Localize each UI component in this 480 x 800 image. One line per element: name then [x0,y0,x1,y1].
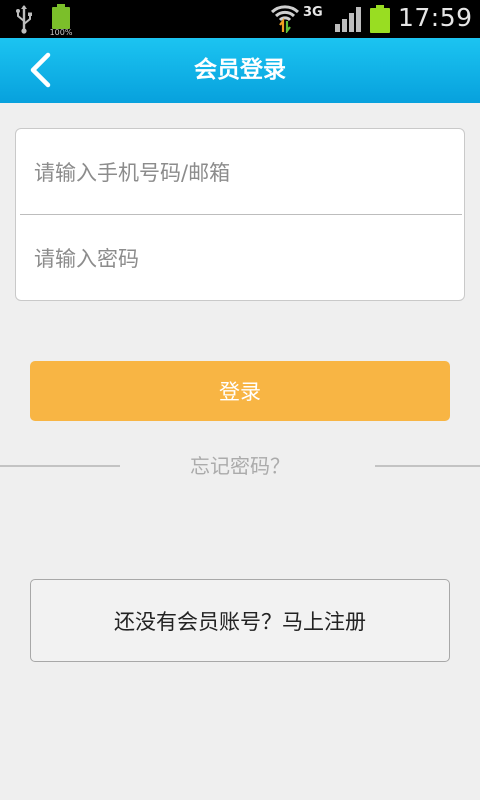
wifi-icon [270,5,300,33]
signal-strength-icon [335,7,361,32]
register-button[interactable]: 还没有会员账号？马上注册 [30,579,450,662]
battery-charging-icon: 100% [48,3,74,37]
back-button[interactable] [18,48,62,92]
account-input[interactable]: 请输入手机号码/邮箱 [16,129,464,214]
battery-percent-label: 100% [49,28,73,37]
divider-line-left [0,465,120,467]
status-time: 17:59 [398,3,473,32]
page-title: 会员登录 [194,57,286,83]
forgot-password-link[interactable]: 忘记密码？ [130,450,350,482]
chevron-left-icon [30,52,51,88]
password-input[interactable]: 请输入密码 [16,215,464,300]
login-button[interactable]: 登录 [30,361,450,421]
title-bar: 会员登录 [0,38,480,103]
usb-icon [16,5,32,34]
network-type-label: 3G [303,5,323,20]
battery-icon [370,5,390,33]
status-bar: 100% 3G 17:59 [0,0,480,38]
login-form: 请输入手机号码/邮箱 请输入密码 [15,128,465,301]
divider-line-right [375,465,480,467]
